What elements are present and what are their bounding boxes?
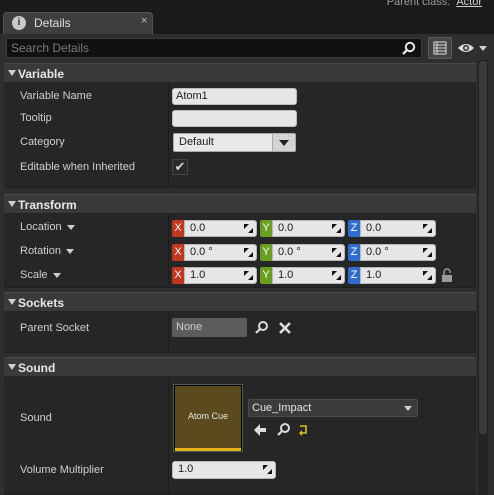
tooltip-label: Tooltip bbox=[20, 112, 52, 124]
section-title: Variable bbox=[18, 67, 65, 81]
editable-when-inherited-label: Editable when Inherited bbox=[20, 161, 135, 173]
thumbnail-label: Atom Cue bbox=[175, 386, 241, 451]
chevron-down-icon bbox=[66, 224, 75, 230]
axis-z-label: Z bbox=[348, 267, 360, 284]
details-icon: i bbox=[12, 16, 26, 30]
spin-handle-icon[interactable] bbox=[244, 248, 253, 257]
browse-asset-icon[interactable] bbox=[276, 422, 292, 438]
parent-class-label: Parent class: bbox=[386, 0, 451, 8]
rotation-label[interactable]: Rotation bbox=[20, 245, 74, 257]
column-divider[interactable] bbox=[168, 83, 169, 188]
axis-x-label: X bbox=[172, 267, 184, 284]
chevron-down-icon bbox=[65, 248, 74, 254]
spin-handle-icon[interactable] bbox=[244, 224, 253, 233]
section-variable[interactable]: Variable bbox=[4, 63, 476, 83]
lock-scale-icon[interactable] bbox=[441, 268, 453, 282]
axis-y-label: Y bbox=[260, 244, 272, 261]
tab-details[interactable]: i Details × bbox=[3, 12, 153, 34]
asset-value: Cue_Impact bbox=[252, 402, 312, 414]
search-box[interactable] bbox=[6, 38, 422, 58]
collapse-arrow-icon bbox=[8, 299, 16, 305]
tooltip-field[interactable] bbox=[172, 110, 297, 127]
scale-label[interactable]: Scale bbox=[20, 269, 61, 281]
visibility-filter-button[interactable] bbox=[456, 39, 490, 57]
axis-z-label: Z bbox=[348, 244, 360, 261]
search-icon[interactable] bbox=[254, 320, 270, 336]
spin-handle-icon[interactable] bbox=[423, 271, 432, 280]
parent-class-link[interactable]: Actor bbox=[456, 0, 482, 8]
search-icon[interactable] bbox=[401, 41, 417, 57]
sound-asset-dropdown[interactable]: Cue_Impact bbox=[248, 399, 418, 417]
column-divider[interactable] bbox=[168, 312, 169, 353]
category-value: Default bbox=[179, 136, 214, 148]
spin-handle-icon[interactable] bbox=[244, 271, 253, 280]
collapse-arrow-icon bbox=[8, 364, 16, 370]
scrollbar-thumb[interactable] bbox=[478, 60, 488, 435]
scale-x-field[interactable]: 1.0 bbox=[184, 267, 257, 284]
search-input[interactable] bbox=[11, 40, 391, 56]
axis-z-label: Z bbox=[348, 220, 360, 237]
eye-icon bbox=[458, 44, 487, 52]
scale-z-field[interactable]: 1.0 bbox=[360, 267, 436, 284]
list-view-icon bbox=[433, 41, 447, 55]
chevron-down-icon bbox=[52, 272, 61, 278]
column-divider[interactable] bbox=[168, 377, 169, 495]
location-z-field[interactable]: 0.0 bbox=[360, 220, 436, 237]
axis-x-label: X bbox=[172, 244, 184, 261]
parent-class: Parent class: Actor bbox=[387, 0, 482, 8]
location-x-field[interactable]: 0.0 bbox=[184, 220, 257, 237]
rotation-x-field[interactable]: 0.0 ° bbox=[184, 244, 257, 261]
parent-socket-field[interactable]: None bbox=[172, 318, 247, 337]
variable-name-field[interactable]: Atom1 bbox=[172, 88, 297, 105]
sound-label: Sound bbox=[20, 412, 52, 424]
collapse-arrow-icon bbox=[8, 201, 16, 207]
tab-title: Details bbox=[34, 16, 71, 30]
editable-checkbox[interactable]: ✔ bbox=[172, 159, 188, 175]
rotation-z-field[interactable]: 0.0 ° bbox=[360, 244, 436, 261]
section-title: Sound bbox=[18, 361, 56, 375]
chevron-down-icon bbox=[404, 406, 412, 411]
close-tab-icon[interactable]: × bbox=[141, 15, 147, 27]
section-title: Transform bbox=[18, 198, 77, 212]
asset-thumbnail[interactable]: Atom Cue bbox=[173, 384, 243, 452]
category-dropdown[interactable]: Default bbox=[173, 133, 296, 152]
spin-handle-icon[interactable] bbox=[263, 465, 272, 474]
rotation-y-field[interactable]: 0.0 ° bbox=[272, 244, 345, 261]
volume-multiplier-label: Volume Multiplier bbox=[20, 464, 104, 476]
use-selected-asset-icon[interactable] bbox=[252, 422, 268, 438]
spin-handle-icon[interactable] bbox=[423, 224, 432, 233]
spin-handle-icon[interactable] bbox=[332, 271, 341, 280]
view-options-button[interactable] bbox=[428, 37, 452, 59]
spin-handle-icon[interactable] bbox=[332, 224, 341, 233]
column-divider[interactable] bbox=[168, 214, 169, 288]
axis-x-label: X bbox=[172, 220, 184, 237]
parent-socket-label: Parent Socket bbox=[20, 322, 90, 334]
scale-y-field[interactable]: 1.0 bbox=[272, 267, 345, 284]
spin-handle-icon[interactable] bbox=[423, 248, 432, 257]
chevron-down-icon[interactable] bbox=[272, 134, 295, 151]
section-title: Sockets bbox=[18, 296, 65, 310]
spin-handle-icon[interactable] bbox=[332, 248, 341, 257]
section-transform[interactable]: Transform bbox=[4, 194, 476, 214]
variable-name-label: Variable Name bbox=[20, 90, 92, 102]
clear-icon[interactable] bbox=[277, 320, 293, 336]
category-label: Category bbox=[20, 136, 65, 148]
axis-y-label: Y bbox=[260, 267, 272, 284]
location-y-field[interactable]: 0.0 bbox=[272, 220, 345, 237]
axis-y-label: Y bbox=[260, 220, 272, 237]
section-sockets[interactable]: Sockets bbox=[4, 292, 476, 312]
collapse-arrow-icon bbox=[8, 70, 16, 76]
section-sound[interactable]: Sound bbox=[4, 357, 476, 377]
volume-multiplier-field[interactable]: 1.0 bbox=[172, 461, 276, 479]
reset-to-default-icon[interactable] bbox=[297, 424, 309, 436]
location-label[interactable]: Location bbox=[20, 221, 75, 233]
